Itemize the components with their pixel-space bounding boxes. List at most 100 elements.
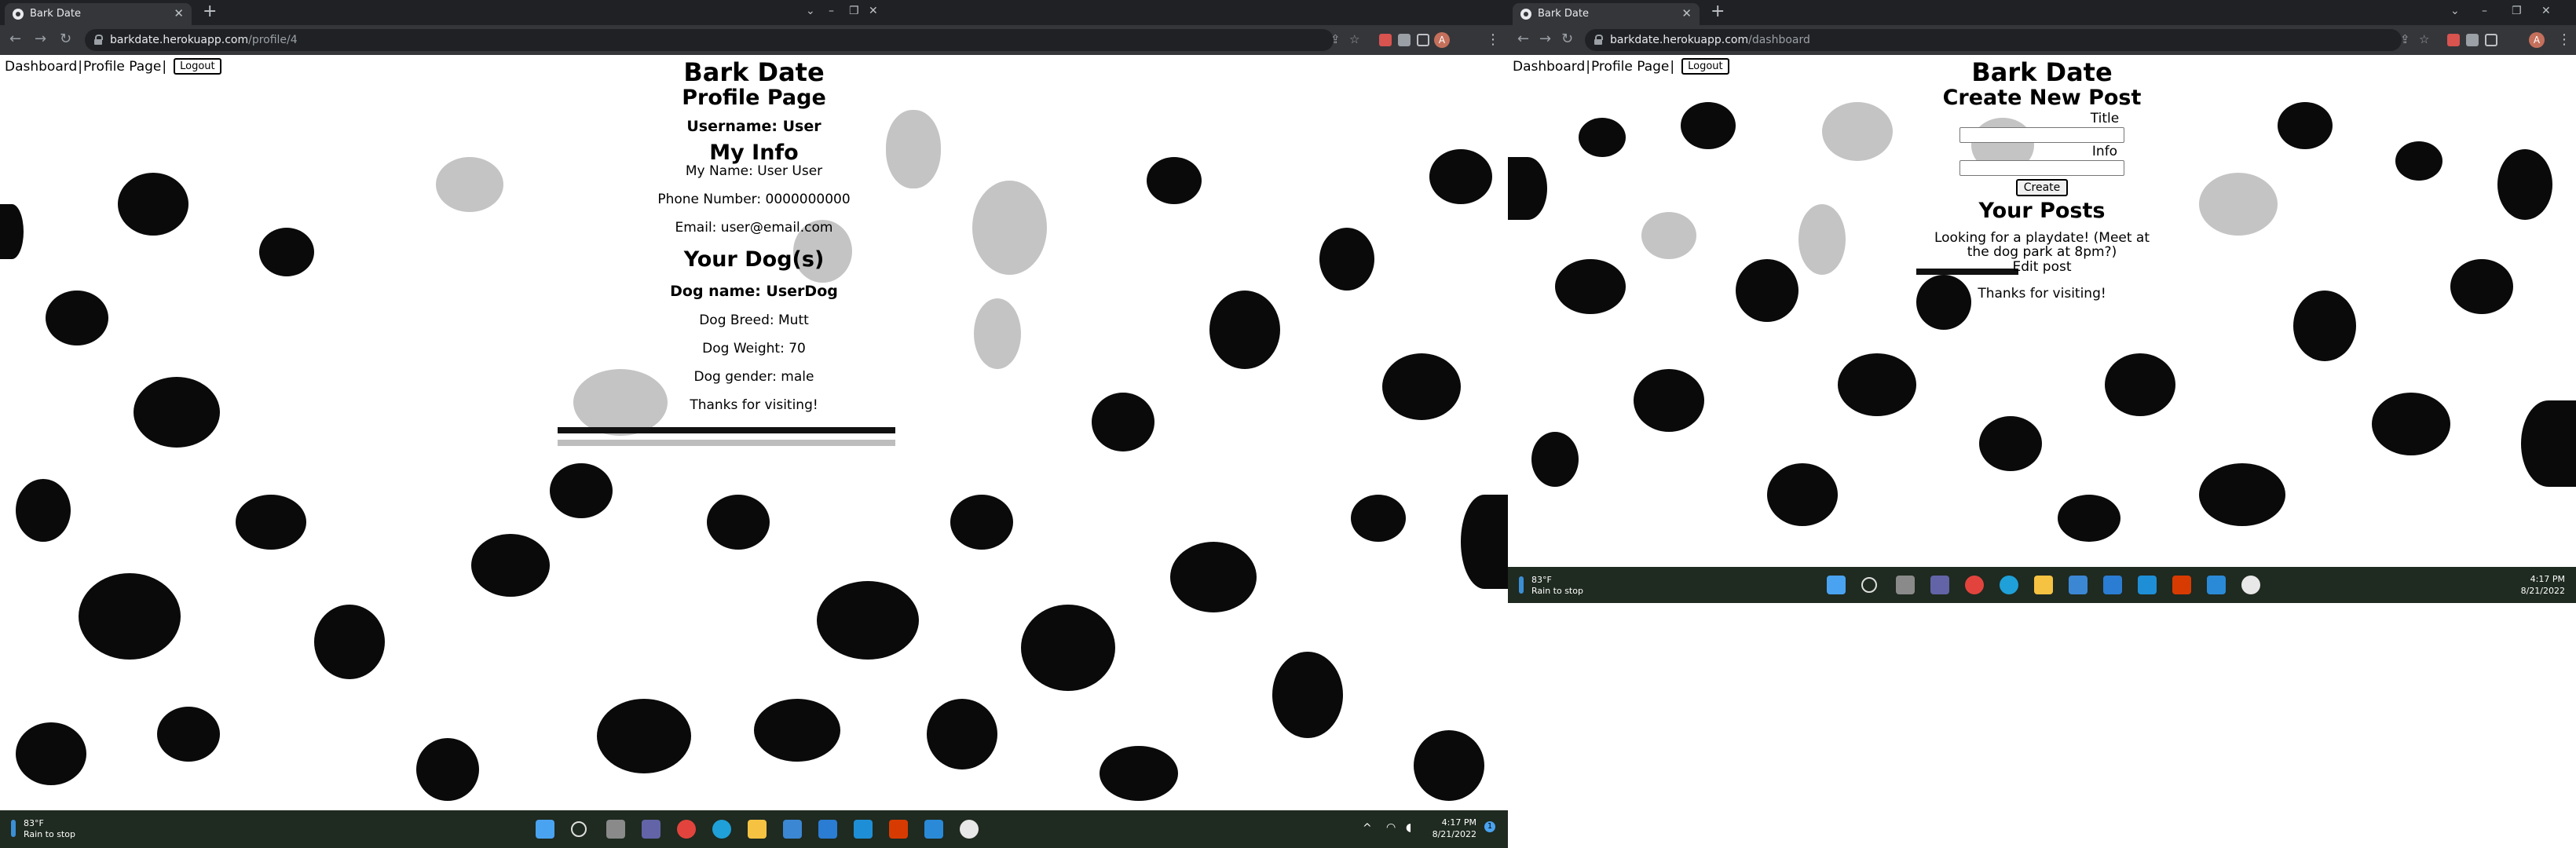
search-icon[interactable] — [1861, 577, 1877, 593]
office-icon[interactable] — [889, 820, 908, 839]
vscode-icon[interactable] — [2207, 576, 2226, 594]
browser-tab[interactable]: Bark Date ✕ — [1513, 3, 1700, 25]
menu-kebab-icon[interactable]: ⋮ — [2557, 31, 2571, 48]
share-icon[interactable]: ⇪ — [2400, 31, 2410, 47]
your-dogs-heading: Your Dog(s) — [683, 247, 825, 272]
dog-name-heading: Dog name: UserDog — [670, 283, 838, 300]
bookmark-star-icon[interactable]: ☆ — [2419, 31, 2429, 47]
store-icon[interactable] — [2069, 576, 2088, 594]
phone-text: Phone Number: 0000000000 — [657, 192, 851, 207]
start-windows-icon[interactable] — [1827, 576, 1846, 594]
url-text: barkdate.herokuapp.com/dashboard — [1610, 34, 1810, 46]
menu-kebab-icon[interactable]: ⋮ — [1486, 31, 1500, 48]
forward-arrow-icon[interactable]: → — [35, 31, 46, 47]
my-name-text: My Name: User User — [685, 163, 823, 179]
volume-icon[interactable]: ◖ — [1406, 821, 1411, 834]
side-panel-icon[interactable] — [1417, 34, 1429, 46]
system-clock[interactable]: 4:17 PM 8/21/2022 — [2497, 573, 2565, 597]
store-icon[interactable] — [783, 820, 802, 839]
my-info-heading: My Info — [709, 141, 799, 165]
minimize-button[interactable]: – — [2482, 5, 2487, 17]
decorative-stripe — [558, 427, 895, 433]
close-tab-icon[interactable]: ✕ — [174, 6, 184, 20]
back-arrow-icon[interactable]: ← — [1517, 31, 1529, 47]
share-icon[interactable]: ⇪ — [1330, 31, 1341, 47]
your-posts-heading: Your Posts — [1978, 199, 2106, 223]
task-view-icon[interactable] — [606, 820, 625, 839]
address-bar-row: ← → ↻ barkdate.herokuapp.com/profile/4 ⇪… — [0, 25, 1508, 55]
weather-desc: Rain to stop — [24, 829, 75, 839]
weather-temp: 83°F — [24, 818, 44, 828]
task-view-icon[interactable] — [1896, 576, 1915, 594]
post-text: Looking for a playdate! (Meet at the dog… — [1934, 230, 2150, 260]
vscode-icon[interactable] — [924, 820, 943, 839]
minimize-button[interactable]: – — [829, 5, 834, 17]
tab-search-icon[interactable]: ⌄ — [2450, 5, 2460, 17]
lock-icon — [1594, 35, 1603, 45]
file-explorer-icon[interactable] — [748, 820, 767, 839]
profile-avatar[interactable]: A — [2529, 32, 2545, 48]
tab-title: Bark Date — [1538, 8, 1589, 20]
chrome-icon[interactable] — [677, 820, 696, 839]
new-tab-button[interactable]: + — [203, 3, 217, 20]
browser-tab[interactable]: Bark Date ✕ — [5, 3, 192, 25]
system-tray-chevron-icon[interactable]: ^ — [1363, 822, 1372, 835]
app-l-icon[interactable] — [854, 820, 873, 839]
page-title: Profile Page — [682, 86, 826, 110]
weather-icon — [1519, 576, 1524, 594]
mail-icon[interactable] — [2103, 576, 2122, 594]
extension-red-icon[interactable] — [2447, 34, 2460, 46]
chrome-icon[interactable] — [1965, 576, 1984, 594]
system-clock[interactable]: 4:17 PM 8/21/2022 — [1414, 817, 1476, 840]
reload-icon[interactable]: ↻ — [60, 31, 71, 47]
app-l-icon[interactable] — [2138, 576, 2157, 594]
omnibox[interactable]: barkdate.herokuapp.com/dashboard — [1585, 29, 2402, 51]
forward-arrow-icon[interactable]: → — [1539, 31, 1551, 47]
side-panel-icon[interactable] — [2485, 34, 2497, 46]
office-icon[interactable] — [2172, 576, 2191, 594]
omnibox[interactable]: barkdate.herokuapp.com/profile/4 — [85, 29, 1334, 51]
dog-weight-text: Dog Weight: 70 — [702, 341, 806, 356]
search-icon[interactable] — [571, 821, 587, 837]
tab-search-icon[interactable]: ⌄ — [806, 5, 815, 17]
address-bar-row: ← → ↻ barkdate.herokuapp.com/dashboard ⇪… — [1508, 25, 2576, 55]
wifi-icon[interactable]: ◠ — [1386, 821, 1396, 834]
back-arrow-icon[interactable]: ← — [9, 31, 21, 47]
restore-button[interactable]: ❐ — [849, 5, 859, 17]
extensions-puzzle-icon[interactable] — [2466, 34, 2479, 46]
close-window-button[interactable]: ✕ — [2541, 5, 2551, 17]
site-favicon-icon — [1520, 9, 1531, 20]
username-heading: Username: User — [686, 118, 821, 135]
edit-post-link[interactable]: Edit post — [1508, 259, 2576, 275]
edge-icon[interactable] — [2000, 576, 2018, 594]
extensions-puzzle-icon[interactable] — [1398, 34, 1411, 46]
bookmark-star-icon[interactable]: ☆ — [1349, 31, 1359, 47]
title-input[interactable] — [1959, 127, 2124, 143]
start-windows-icon[interactable] — [536, 820, 554, 839]
mail-icon[interactable] — [818, 820, 837, 839]
weather-icon — [11, 820, 16, 837]
teams-chat-icon[interactable] — [1930, 576, 1949, 594]
notification-badge[interactable]: 1 — [1484, 821, 1495, 832]
create-button[interactable]: Create — [2015, 179, 2069, 196]
close-tab-icon[interactable]: ✕ — [1681, 6, 1692, 20]
file-explorer-icon[interactable] — [2034, 576, 2053, 594]
app-globe-icon[interactable] — [960, 820, 979, 839]
new-tab-button[interactable]: + — [1711, 3, 1725, 20]
info-input[interactable] — [1959, 160, 2124, 176]
browser-window-right: Bark Date ✕ + ⌄ – ❐ ✕ ← → ↻ barkdate.her… — [1508, 0, 2576, 603]
reload-icon[interactable]: ↻ — [1561, 31, 1573, 47]
email-text: Email: user@email.com — [675, 220, 833, 236]
clock-date: 8/21/2022 — [1432, 829, 1476, 839]
restore-button[interactable]: ❐ — [2512, 5, 2522, 17]
close-window-button[interactable]: ✕ — [869, 5, 878, 17]
edge-icon[interactable] — [712, 820, 731, 839]
decorative-stripe — [558, 440, 895, 446]
site-title: Bark Date — [683, 57, 825, 87]
teams-chat-icon[interactable] — [642, 820, 660, 839]
tab-strip: Bark Date ✕ + ⌄ – ❐ ✕ — [1508, 0, 2576, 25]
app-globe-icon[interactable] — [2241, 576, 2260, 594]
profile-avatar[interactable]: A — [1434, 32, 1450, 48]
page-viewport: Dashboard|Profile Page| Logout Bark Date … — [1508, 55, 2576, 565]
extension-red-icon[interactable] — [1379, 34, 1392, 46]
